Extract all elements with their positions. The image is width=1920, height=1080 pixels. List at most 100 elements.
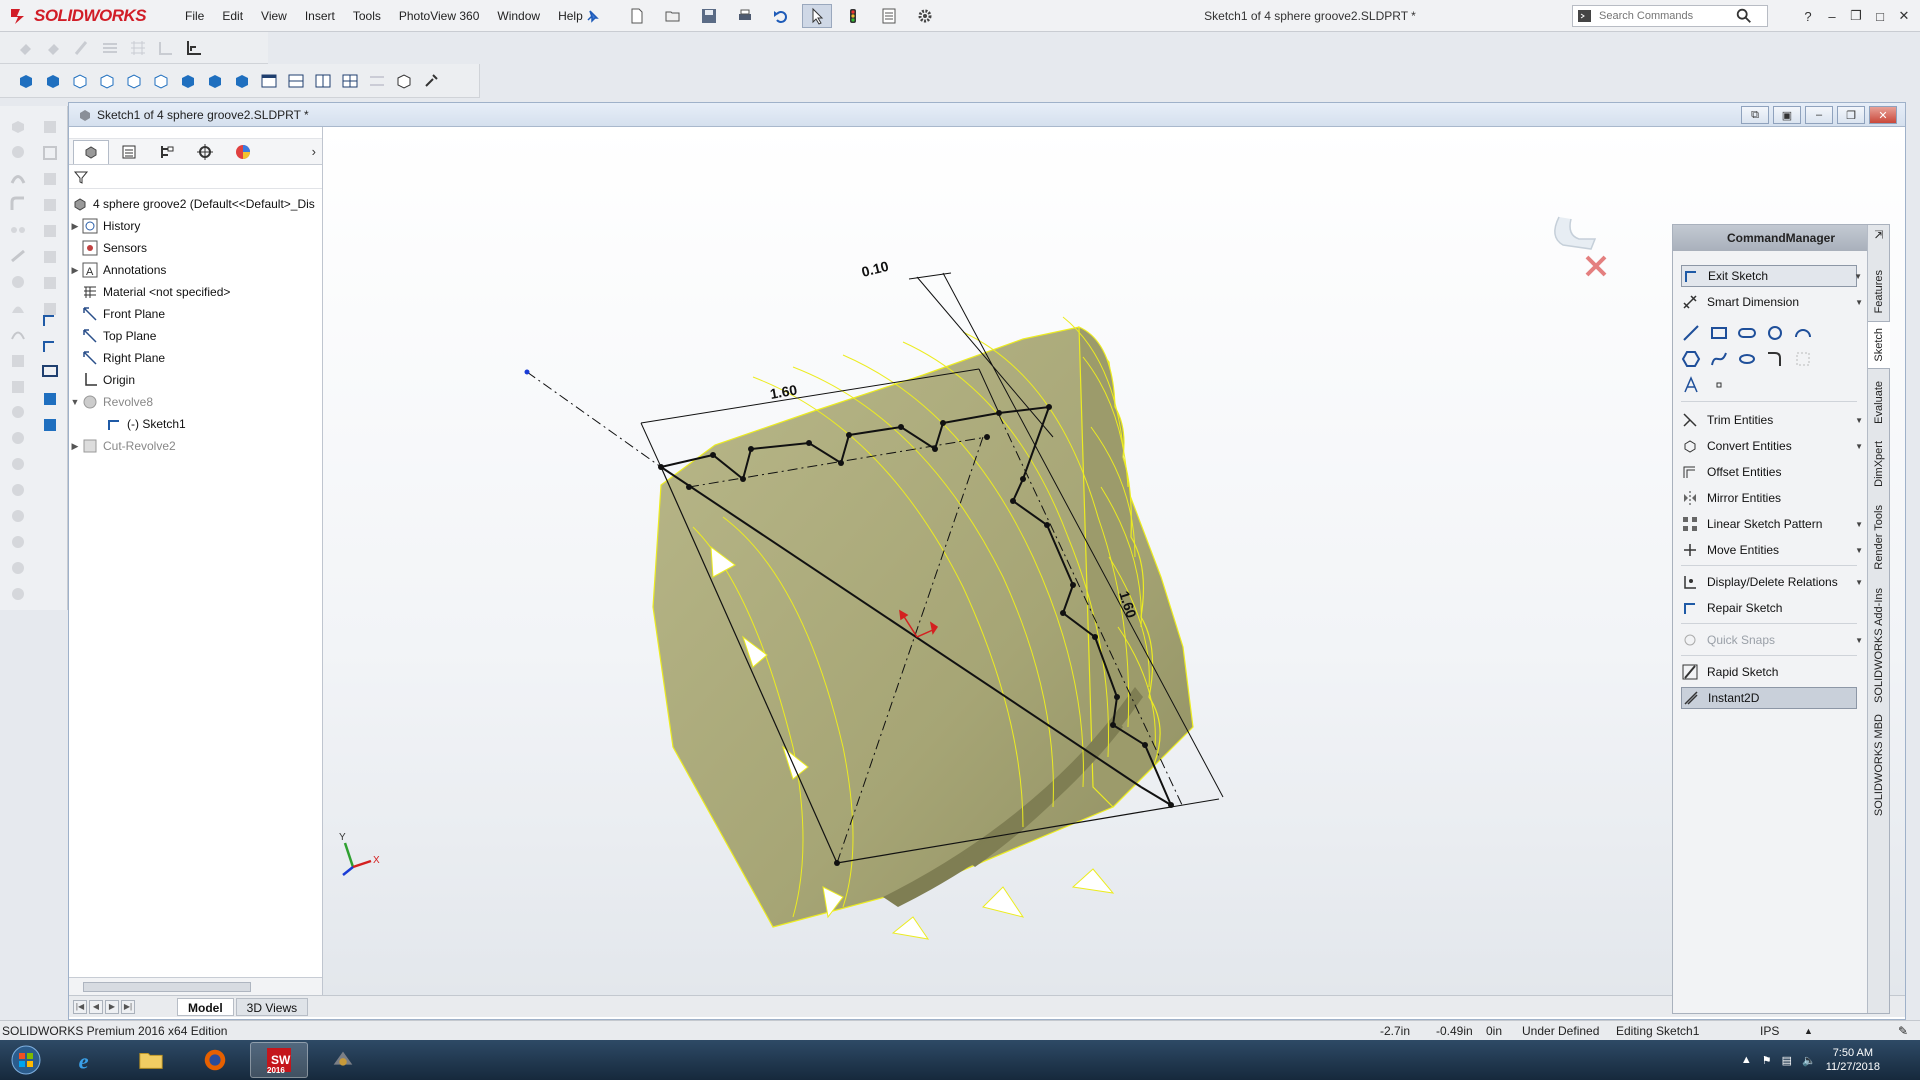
pattern-tool[interactable] [8, 220, 28, 240]
action-center-icon[interactable]: ⚑ [1762, 1054, 1772, 1067]
options-button[interactable] [910, 4, 940, 28]
undo-button[interactable] [766, 4, 796, 28]
tree-item-history[interactable]: ▶ History [69, 215, 322, 237]
rib-tool[interactable] [8, 246, 28, 266]
doc-split-button[interactable]: ▣ [1773, 106, 1801, 124]
chevron-down-icon[interactable]: ▼ [1855, 416, 1863, 425]
chevron-right-icon[interactable]: › [312, 144, 316, 159]
convert-entities-button[interactable]: Convert Entities ▼ [1681, 435, 1863, 457]
doc-restore-button[interactable]: ❐ [1837, 106, 1865, 124]
mirror-entities-button[interactable]: Mirror Entities [1681, 487, 1857, 509]
view-front-button[interactable] [14, 69, 38, 93]
text-icon[interactable] [1681, 375, 1701, 395]
maximize-button[interactable]: □ [1870, 6, 1890, 26]
combine-tool[interactable] [8, 506, 28, 526]
close-button[interactable]: ✕ [1894, 6, 1914, 26]
axis-button[interactable] [182, 36, 206, 60]
menu-tools[interactable]: Tools [344, 0, 390, 32]
new-button[interactable] [622, 4, 652, 28]
display-delete-relations-button[interactable]: Display/Delete Relations ▼ [1681, 571, 1863, 593]
linear-sketch-pattern-button[interactable]: Linear Sketch Pattern ▼ [1681, 513, 1863, 535]
tree-item-top-plane[interactable]: Top Plane [69, 325, 322, 347]
view-left-button[interactable] [68, 69, 92, 93]
solidworks-logo[interactable]: SOLIDWORKS [8, 3, 147, 29]
expand-arrow-icon[interactable]: ▶ [69, 441, 81, 452]
chevron-down-icon[interactable]: ▼ [1855, 442, 1863, 451]
expand-arrow-icon[interactable]: ▶ [69, 221, 81, 232]
tab-property-manager[interactable] [111, 140, 147, 164]
sketch-3d-tool[interactable] [40, 336, 60, 356]
instant2d-button[interactable]: Instant2D [1681, 687, 1857, 709]
redo-sketch-button[interactable] [42, 36, 66, 60]
curve-tool[interactable] [8, 324, 28, 344]
sketch-tool[interactable] [40, 310, 60, 330]
trim-entities-button[interactable]: Trim Entities ▼ [1681, 409, 1863, 431]
reference-geometry-tool[interactable] [40, 362, 60, 382]
search-commands-box[interactable] [1572, 5, 1768, 27]
volume-icon[interactable]: 🔈 [1802, 1054, 1816, 1067]
flex-tool[interactable] [8, 428, 28, 448]
view-top-button[interactable] [122, 69, 146, 93]
ellipse-icon[interactable] [1737, 349, 1757, 369]
chevron-down-icon[interactable]: ▼ [1855, 636, 1863, 645]
clock[interactable]: 7:50 AM 11/27/2018 [1826, 1046, 1880, 1074]
tree-item-sketch1[interactable]: (-) Sketch1 [69, 413, 322, 435]
view-iso-button[interactable] [176, 69, 200, 93]
first-tab-arrow-icon[interactable]: |◀ [73, 999, 87, 1014]
extrude-tool[interactable] [8, 116, 28, 136]
exit-sketch-button[interactable]: Exit Sketch ▼ [1681, 265, 1862, 287]
tab-solidworks-mbd[interactable]: SOLIDWORKS MBD [1868, 713, 1890, 817]
line-format-button[interactable] [98, 36, 122, 60]
tree-item-revolve8[interactable]: ▼ Revolve8 [69, 391, 322, 413]
tree-filter[interactable] [69, 165, 322, 189]
wrap-tool[interactable] [8, 272, 28, 292]
taskbar-explorer[interactable] [122, 1042, 180, 1078]
restore-button[interactable]: ❐ [1846, 6, 1866, 26]
tray-expand-icon[interactable]: ▲ [1741, 1054, 1752, 1066]
unit-system[interactable]: IPS [1760, 1021, 1779, 1041]
fillet-tool[interactable] [8, 194, 28, 214]
rebuild-status-icon[interactable]: ✎ [1898, 1021, 1908, 1041]
doc-close-button[interactable]: ✕ [1869, 106, 1897, 124]
tab-sketch[interactable]: Sketch [1868, 321, 1890, 369]
slot-icon[interactable] [1737, 323, 1757, 343]
tree-item-sensors[interactable]: Sensors [69, 237, 322, 259]
network-icon[interactable]: ▤ [1782, 1054, 1792, 1067]
view-right-button[interactable] [95, 69, 119, 93]
tab-model[interactable]: Model [177, 997, 234, 1016]
confirmation-corner[interactable] [1554, 216, 1607, 277]
move-face-tool[interactable] [8, 376, 28, 396]
revolve-tool[interactable] [8, 142, 28, 162]
indent-tool[interactable] [8, 454, 28, 474]
tab-dimxpert-manager[interactable] [187, 140, 223, 164]
tab-solidworks-addins[interactable]: SOLIDWORKS Add-Ins [1868, 581, 1890, 709]
draft-tool[interactable] [40, 246, 60, 266]
minimize-button[interactable]: – [1822, 6, 1842, 26]
rapid-tool[interactable] [40, 414, 60, 434]
open-button[interactable] [658, 4, 688, 28]
scrollbar-thumb[interactable] [83, 982, 251, 992]
two-view-horizontal-button[interactable] [284, 69, 308, 93]
last-tab-arrow-icon[interactable]: ▶| [121, 999, 135, 1014]
freeform-tool[interactable] [8, 480, 28, 500]
two-view-vertical-button[interactable] [311, 69, 335, 93]
revolved-body[interactable] [652, 316, 1194, 940]
view-dimetric-button[interactable] [230, 69, 254, 93]
dome-tool[interactable] [8, 298, 28, 318]
mirror-tool[interactable] [40, 220, 60, 240]
graphics-area[interactable]: 0.10 1.60 1.60 Y X [323, 127, 1905, 995]
model-viewport[interactable]: 0.10 1.60 1.60 Y X [323, 127, 1905, 995]
expand-arrow-icon[interactable]: ▶ [69, 265, 81, 276]
plane-sketch-icon[interactable] [1793, 349, 1813, 369]
polygon-icon[interactable] [1681, 349, 1701, 369]
thicken-tool[interactable] [8, 584, 28, 604]
move-entities-button[interactable]: Move Entities ▼ [1681, 539, 1863, 561]
rapid-sketch-button[interactable]: Rapid Sketch [1681, 661, 1857, 683]
spline-icon[interactable] [1709, 349, 1729, 369]
menu-file[interactable]: File [176, 0, 213, 32]
tab-render-tools[interactable]: Render Tools [1868, 497, 1890, 577]
boss-tool[interactable] [40, 116, 60, 136]
file-properties-button[interactable] [874, 4, 904, 28]
split-line-tool[interactable] [8, 350, 28, 370]
pen-button[interactable] [70, 36, 94, 60]
